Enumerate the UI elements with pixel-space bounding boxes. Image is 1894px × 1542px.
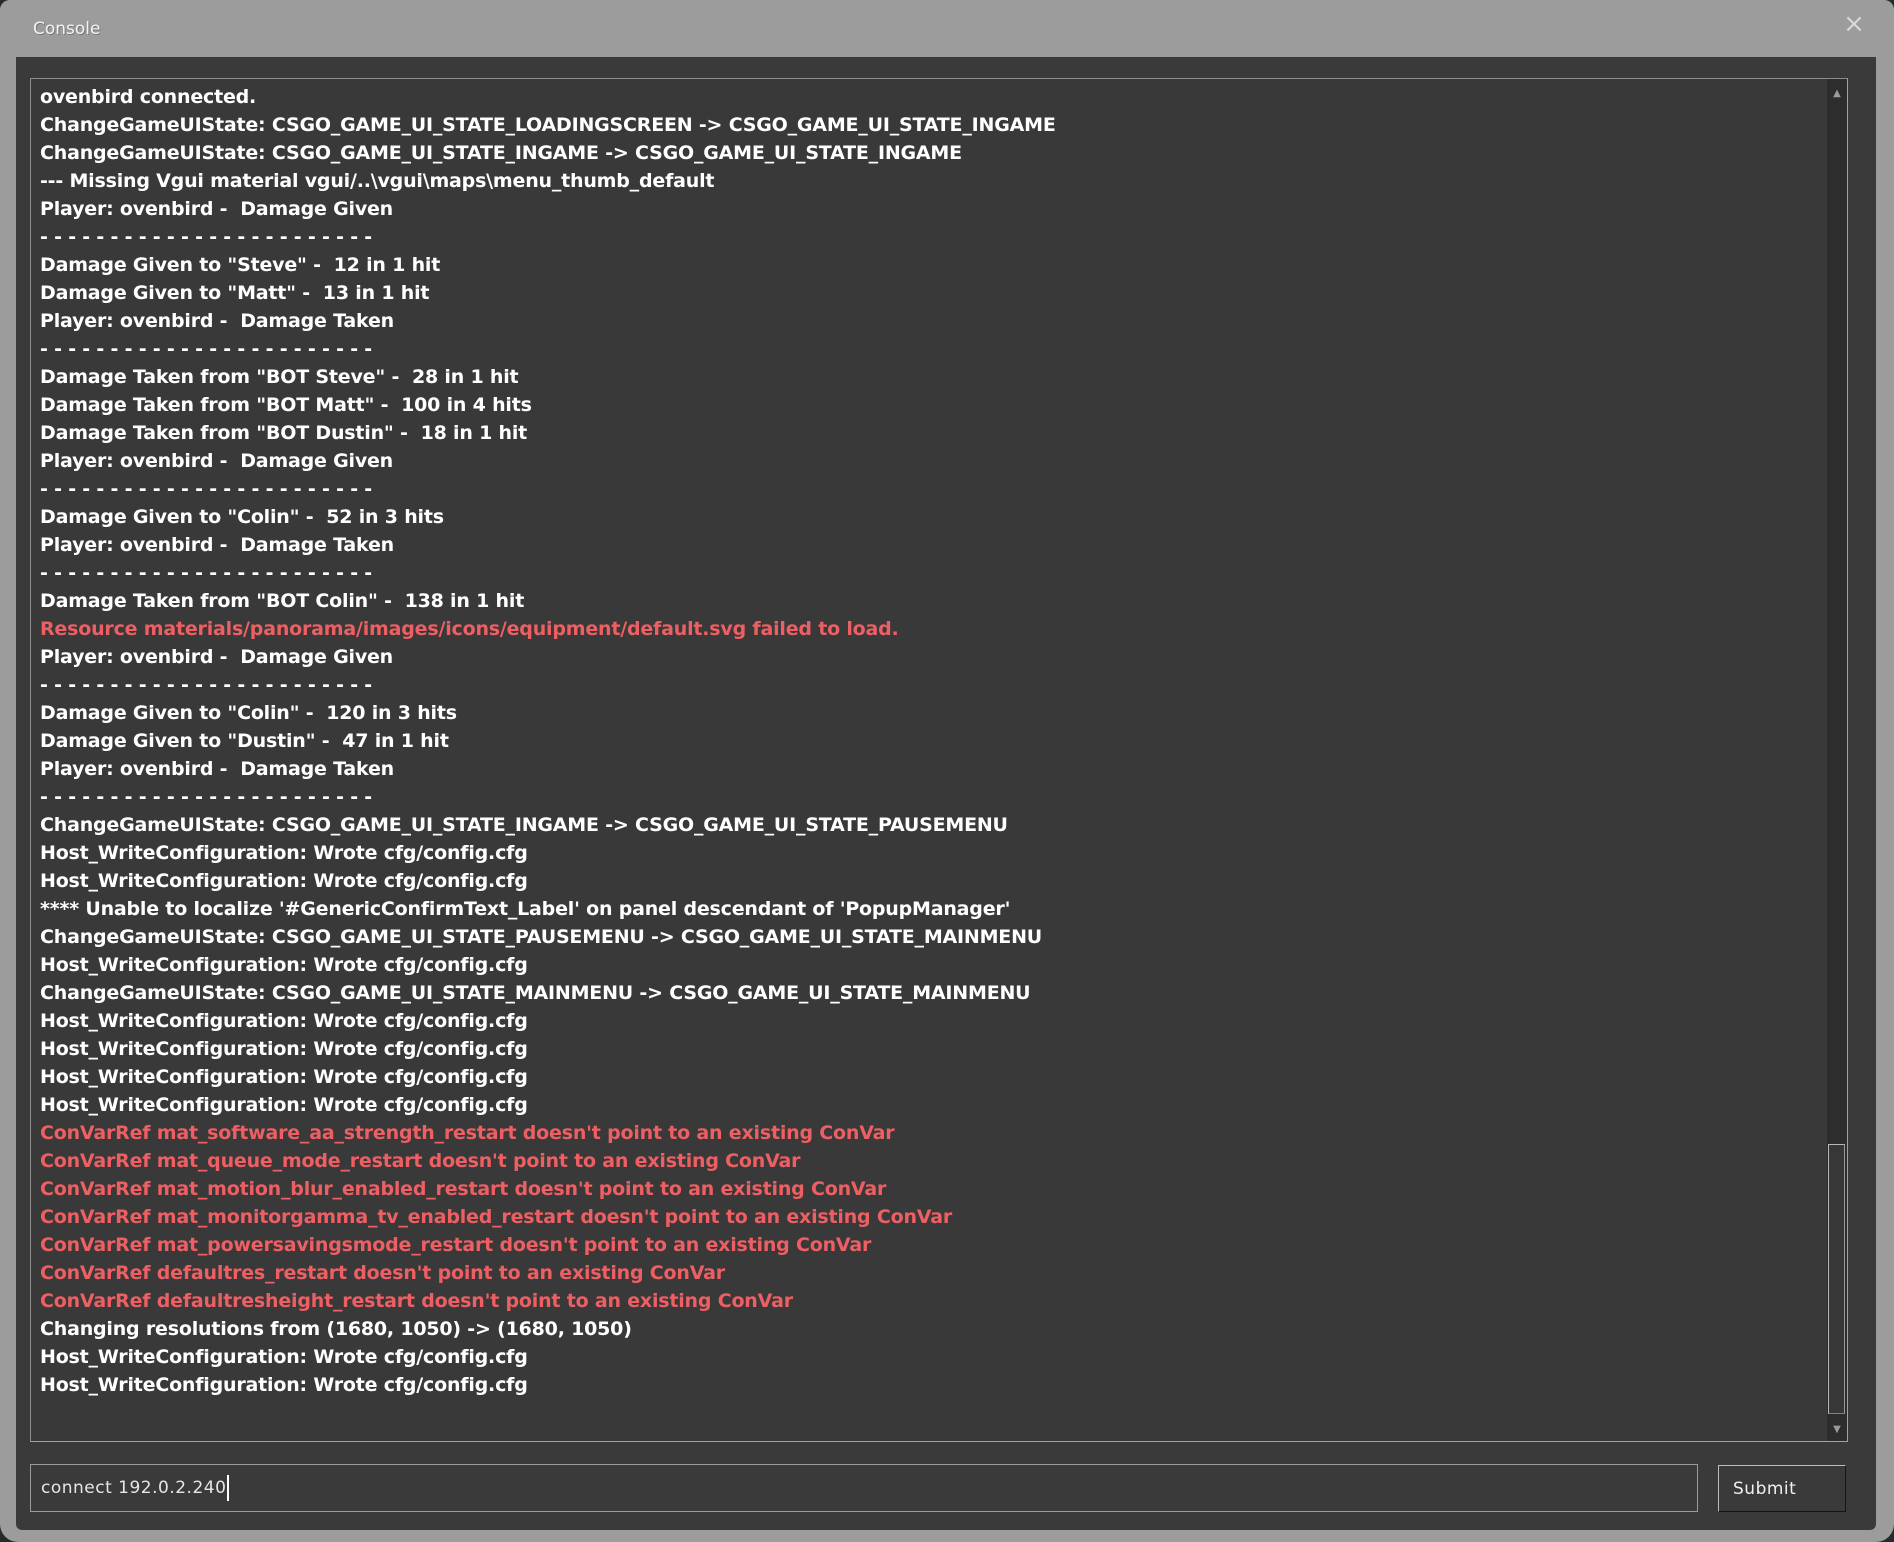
console-line: Player: ovenbird - Damage Given bbox=[40, 643, 1817, 671]
console-line: Damage Taken from "BOT Dustin" - 18 in 1… bbox=[40, 419, 1817, 447]
console-line: Damage Given to "Colin" - 52 in 3 hits bbox=[40, 503, 1817, 531]
console-line: **** Unable to localize '#GenericConfirm… bbox=[40, 895, 1817, 923]
text-caret bbox=[227, 1475, 229, 1501]
console-line: Resource materials/panorama/images/icons… bbox=[40, 615, 1817, 643]
console-window: Console × ovenbird connected.ChangeGameU… bbox=[0, 0, 1894, 1542]
console-line: ChangeGameUIState: CSGO_GAME_UI_STATE_IN… bbox=[40, 139, 1817, 167]
console-line: Damage Given to "Matt" - 13 in 1 hit bbox=[40, 279, 1817, 307]
scrollbar[interactable]: ▲ ▼ bbox=[1827, 79, 1847, 1441]
title-bar[interactable]: Console × bbox=[0, 0, 1894, 57]
console-line: Host_WriteConfiguration: Wrote cfg/confi… bbox=[40, 839, 1817, 867]
console-line: Damage Given to "Steve" - 12 in 1 hit bbox=[40, 251, 1817, 279]
console-line: Damage Taken from "BOT Steve" - 28 in 1 … bbox=[40, 363, 1817, 391]
console-line: Damage Given to "Colin" - 120 in 3 hits bbox=[40, 699, 1817, 727]
console-line: Host_WriteConfiguration: Wrote cfg/confi… bbox=[40, 951, 1817, 979]
console-line: - - - - - - - - - - - - - - - - - - - - … bbox=[40, 559, 1817, 587]
console-line: --- Missing Vgui material vgui/..\vgui\m… bbox=[40, 167, 1817, 195]
console-line: Player: ovenbird - Damage Given bbox=[40, 447, 1817, 475]
console-line: ConVarRef mat_queue_mode_restart doesn't… bbox=[40, 1147, 1817, 1175]
console-line: ChangeGameUIState: CSGO_GAME_UI_STATE_LO… bbox=[40, 111, 1817, 139]
console-line: - - - - - - - - - - - - - - - - - - - - … bbox=[40, 335, 1817, 363]
console-line: Host_WriteConfiguration: Wrote cfg/confi… bbox=[40, 1371, 1817, 1399]
console-line: Host_WriteConfiguration: Wrote cfg/confi… bbox=[40, 1035, 1817, 1063]
console-line: Player: ovenbird - Damage Given bbox=[40, 195, 1817, 223]
console-line: Changing resolutions from (1680, 1050) -… bbox=[40, 1315, 1817, 1343]
scroll-down-icon[interactable]: ▼ bbox=[1827, 1419, 1847, 1441]
console-line: ConVarRef mat_monitorgamma_tv_enabled_re… bbox=[40, 1203, 1817, 1231]
console-output-box: ovenbird connected.ChangeGameUIState: CS… bbox=[30, 78, 1848, 1442]
console-line: - - - - - - - - - - - - - - - - - - - - … bbox=[40, 223, 1817, 251]
window-title: Console bbox=[33, 19, 101, 39]
console-line: Damage Given to "Dustin" - 47 in 1 hit bbox=[40, 727, 1817, 755]
console-line: ConVarRef defaultresheight_restart doesn… bbox=[40, 1287, 1817, 1315]
console-line: ConVarRef mat_software_aa_strength_resta… bbox=[40, 1119, 1817, 1147]
console-line: Damage Taken from "BOT Colin" - 138 in 1… bbox=[40, 587, 1817, 615]
console-line: Player: ovenbird - Damage Taken bbox=[40, 531, 1817, 559]
console-line: ovenbird connected. bbox=[40, 83, 1817, 111]
scrollbar-thumb[interactable] bbox=[1828, 1144, 1845, 1414]
console-line: Damage Taken from "BOT Matt" - 100 in 4 … bbox=[40, 391, 1817, 419]
console-line: Host_WriteConfiguration: Wrote cfg/confi… bbox=[40, 867, 1817, 895]
console-line: - - - - - - - - - - - - - - - - - - - - … bbox=[40, 475, 1817, 503]
console-line: Host_WriteConfiguration: Wrote cfg/confi… bbox=[40, 1343, 1817, 1371]
console-output: ovenbird connected.ChangeGameUIState: CS… bbox=[40, 83, 1817, 1437]
console-line: Player: ovenbird - Damage Taken bbox=[40, 755, 1817, 783]
submit-button[interactable]: Submit bbox=[1718, 1465, 1846, 1512]
console-line: ChangeGameUIState: CSGO_GAME_UI_STATE_IN… bbox=[40, 811, 1817, 839]
console-line: ConVarRef mat_motion_blur_enabled_restar… bbox=[40, 1175, 1817, 1203]
console-line: Host_WriteConfiguration: Wrote cfg/confi… bbox=[40, 1063, 1817, 1091]
console-line: ChangeGameUIState: CSGO_GAME_UI_STATE_PA… bbox=[40, 923, 1817, 951]
scroll-up-icon[interactable]: ▲ bbox=[1827, 83, 1847, 105]
command-input[interactable]: connect 192.0.2.240 bbox=[30, 1464, 1698, 1512]
console-line: Host_WriteConfiguration: Wrote cfg/confi… bbox=[40, 1091, 1817, 1119]
console-line: ConVarRef defaultres_restart doesn't poi… bbox=[40, 1259, 1817, 1287]
console-line: - - - - - - - - - - - - - - - - - - - - … bbox=[40, 671, 1817, 699]
console-line: - - - - - - - - - - - - - - - - - - - - … bbox=[40, 783, 1817, 811]
console-line: ConVarRef mat_powersavingsmode_restart d… bbox=[40, 1231, 1817, 1259]
close-icon[interactable]: × bbox=[1840, 10, 1868, 38]
console-line: Host_WriteConfiguration: Wrote cfg/confi… bbox=[40, 1007, 1817, 1035]
submit-button-label: Submit bbox=[1733, 1479, 1796, 1499]
console-panel: ovenbird connected.ChangeGameUIState: CS… bbox=[16, 57, 1876, 1530]
console-line: Player: ovenbird - Damage Taken bbox=[40, 307, 1817, 335]
command-input-value: connect 192.0.2.240 bbox=[41, 1478, 226, 1498]
console-line: ChangeGameUIState: CSGO_GAME_UI_STATE_MA… bbox=[40, 979, 1817, 1007]
